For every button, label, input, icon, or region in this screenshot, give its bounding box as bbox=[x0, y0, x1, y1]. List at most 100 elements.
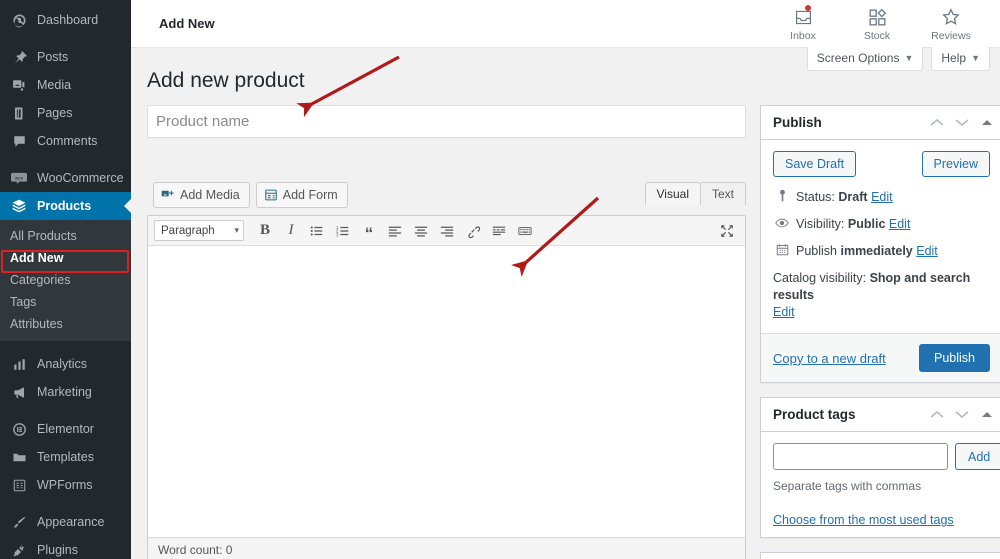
most-used-tags-link[interactable]: Choose from the most used tags bbox=[773, 513, 990, 527]
status-label: Status: bbox=[796, 190, 835, 205]
add-form-button[interactable]: Add Form bbox=[255, 182, 348, 209]
link-icon[interactable] bbox=[461, 219, 485, 243]
publish-date-edit-link[interactable]: Edit bbox=[916, 244, 938, 258]
tag-entry-row: Add bbox=[773, 443, 1000, 471]
copy-to-new-draft-link[interactable]: Copy to a new draft bbox=[773, 351, 886, 366]
italic-icon[interactable]: I bbox=[279, 219, 303, 243]
sidebar-item-posts[interactable]: Posts bbox=[0, 43, 131, 71]
align-right-icon[interactable] bbox=[435, 219, 459, 243]
add-form-label: Add Form bbox=[282, 188, 338, 203]
paragraph-format-select[interactable]: Paragraph ▾ bbox=[154, 220, 244, 242]
align-center-icon[interactable] bbox=[409, 219, 433, 243]
sidebar-item-products[interactable]: Products bbox=[0, 192, 131, 220]
sidebar-item-plugins[interactable]: Plugins bbox=[0, 536, 131, 559]
add-media-label: Add Media bbox=[180, 188, 240, 203]
admin-screen: Dashboard Posts Media Pages Comments woo… bbox=[0, 0, 1000, 559]
toggle-panel-icon[interactable] bbox=[982, 412, 992, 418]
sidebar-item-dashboard[interactable]: Dashboard bbox=[0, 6, 131, 34]
publish-date-label: Publish bbox=[796, 244, 837, 259]
publish-date-value: immediately bbox=[840, 244, 913, 259]
publish-metabox: Publish Save Draft Preview Status: Draft… bbox=[760, 105, 1000, 384]
move-up-icon[interactable] bbox=[930, 118, 944, 127]
topbar-actions: Inbox Stock Reviews bbox=[780, 4, 988, 42]
sidebar-item-media[interactable]: Media bbox=[0, 71, 131, 99]
editor-content-area[interactable] bbox=[148, 246, 745, 538]
sidebar-item-woocommerce[interactable]: woo WooCommerce bbox=[0, 164, 131, 192]
calendar-icon bbox=[773, 243, 791, 256]
topbar-inbox-button[interactable]: Inbox bbox=[780, 4, 826, 42]
publish-metabox-body: Save Draft Preview Status: Draft Edit Vi… bbox=[761, 140, 1000, 333]
sidebar-item-wpforms[interactable]: WPForms bbox=[0, 471, 131, 499]
help-button[interactable]: Help ▼ bbox=[931, 47, 990, 71]
dashboard-icon bbox=[9, 10, 29, 30]
blockquote-icon[interactable]: “ bbox=[357, 219, 381, 243]
svg-text:3: 3 bbox=[336, 232, 339, 237]
content-editor: Add Media Add Form Visual Text Paragraph… bbox=[147, 182, 746, 559]
catalog-visibility-edit-link[interactable]: Edit bbox=[773, 305, 795, 319]
chevron-down-icon: ▼ bbox=[904, 53, 914, 63]
product-tags-header: Product tags bbox=[761, 398, 1000, 433]
new-tag-input[interactable] bbox=[773, 443, 948, 471]
visibility-edit-link[interactable]: Edit bbox=[889, 217, 911, 231]
sidebar-item-label: Posts bbox=[37, 50, 69, 64]
move-up-icon[interactable] bbox=[930, 410, 944, 419]
elementor-icon bbox=[9, 419, 29, 439]
submenu-item-attributes[interactable]: Attributes bbox=[0, 313, 131, 335]
sidebar-item-pages[interactable]: Pages bbox=[0, 99, 131, 127]
help-label: Help bbox=[941, 51, 967, 65]
catalog-visibility-label: Catalog visibility: bbox=[773, 271, 867, 286]
comment-icon bbox=[9, 131, 29, 151]
add-tag-button[interactable]: Add bbox=[955, 443, 1000, 471]
sidebar-item-label: Plugins bbox=[37, 543, 78, 557]
product-name-input[interactable] bbox=[147, 105, 746, 139]
fullscreen-icon[interactable] bbox=[715, 219, 739, 243]
status-text: Status: Draft Edit bbox=[796, 189, 893, 205]
sidebar-divider bbox=[0, 34, 131, 43]
toolbar-toggle-icon[interactable] bbox=[513, 219, 537, 243]
editor-box: Paragraph ▾ B I 123 “ Word count: 0 bbox=[147, 215, 746, 559]
paragraph-format-value: Paragraph bbox=[161, 224, 215, 237]
submenu-item-tags[interactable]: Tags bbox=[0, 291, 131, 313]
tab-add-new[interactable]: Add New bbox=[159, 16, 215, 31]
editor-toolbar: Paragraph ▾ B I 123 “ bbox=[148, 216, 745, 247]
catalog-visibility-row: Catalog visibility: Shop and search resu… bbox=[773, 270, 990, 321]
sidebar-item-label: Comments bbox=[37, 134, 98, 148]
sidebar-item-comments[interactable]: Comments bbox=[0, 127, 131, 155]
topbar-reviews-button[interactable]: Reviews bbox=[928, 6, 974, 42]
tab-visual[interactable]: Visual bbox=[644, 182, 701, 206]
bold-icon[interactable]: B bbox=[253, 219, 277, 243]
move-down-icon[interactable] bbox=[955, 410, 969, 419]
sidebar-item-label: Analytics bbox=[37, 357, 88, 371]
sidebar-item-analytics[interactable]: Analytics bbox=[0, 350, 131, 378]
publish-actions-row: Save Draft Preview bbox=[773, 151, 990, 178]
screen-options-button[interactable]: Screen Options ▼ bbox=[806, 47, 924, 71]
add-media-icon bbox=[161, 188, 175, 202]
sidebar-item-appearance[interactable]: Appearance bbox=[0, 508, 131, 536]
chart-bars-icon bbox=[9, 354, 29, 374]
tab-text[interactable]: Text bbox=[699, 182, 746, 206]
submenu-item-categories[interactable]: Categories bbox=[0, 269, 131, 291]
page-title: Add new product bbox=[147, 69, 305, 92]
move-down-icon[interactable] bbox=[955, 118, 969, 127]
admin-sidebar: Dashboard Posts Media Pages Comments woo… bbox=[0, 0, 131, 559]
visibility-row: Visibility: Public Edit bbox=[773, 216, 990, 232]
sidebar-item-marketing[interactable]: Marketing bbox=[0, 378, 131, 406]
save-draft-button[interactable]: Save Draft bbox=[773, 151, 857, 178]
publish-button[interactable]: Publish bbox=[919, 344, 990, 373]
align-left-icon[interactable] bbox=[383, 219, 407, 243]
preview-button[interactable]: Preview bbox=[921, 151, 990, 178]
status-edit-link[interactable]: Edit bbox=[871, 190, 893, 204]
bulleted-list-icon[interactable] bbox=[305, 219, 329, 243]
read-more-icon[interactable] bbox=[487, 219, 511, 243]
editor-media-buttons: Add Media Add Form Visual Text bbox=[147, 182, 746, 215]
pin-icon bbox=[9, 47, 29, 67]
submenu-item-add-new[interactable]: Add New bbox=[0, 247, 131, 269]
sidebar-item-templates[interactable]: Templates bbox=[0, 443, 131, 471]
sidebar-item-elementor[interactable]: Elementor bbox=[0, 415, 131, 443]
submenu-item-all-products[interactable]: All Products bbox=[0, 225, 131, 247]
paintbrush-icon bbox=[9, 512, 29, 532]
topbar-stock-button[interactable]: Stock bbox=[854, 6, 900, 42]
numbered-list-icon[interactable]: 123 bbox=[331, 219, 355, 243]
add-media-button[interactable]: Add Media bbox=[153, 182, 250, 209]
toggle-panel-icon[interactable] bbox=[982, 120, 992, 126]
